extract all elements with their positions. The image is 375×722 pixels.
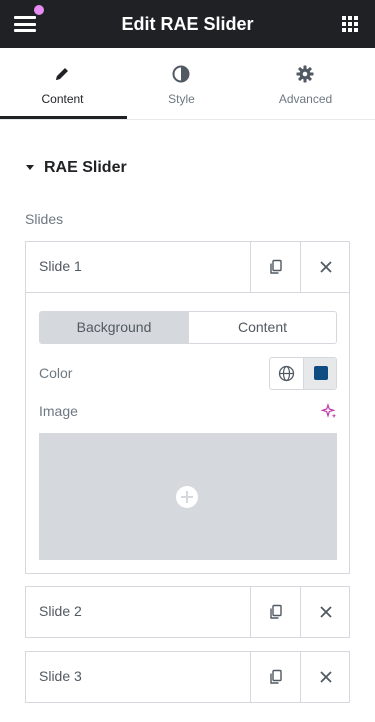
tab-label: Content <box>41 92 84 106</box>
switch-content[interactable]: Content <box>188 312 336 343</box>
globe-icon <box>278 365 295 382</box>
caret-down-icon <box>26 165 34 170</box>
gear-icon <box>295 64 315 84</box>
color-swatch <box>314 366 328 380</box>
repeater-item-slide-2: Slide 2 <box>25 586 350 638</box>
remove-button[interactable] <box>300 587 350 637</box>
copy-icon <box>270 259 282 274</box>
repeater-item-title[interactable]: Slide 2 <box>39 603 82 619</box>
switch-background[interactable]: Background <box>40 312 188 343</box>
tab-label: Advanced <box>278 92 333 106</box>
active-tab-indicator <box>0 116 127 119</box>
color-label: Color <box>39 365 73 381</box>
page-title: Edit RAE Slider <box>121 14 254 34</box>
repeater-item-slide-3: Slide 3 <box>25 651 350 703</box>
editor-header: Edit RAE Slider <box>0 0 375 48</box>
close-icon <box>320 261 332 273</box>
tab-label: Style <box>168 92 195 106</box>
color-control <box>269 357 337 390</box>
close-icon <box>320 606 332 618</box>
ai-sparkle-icon[interactable] <box>320 403 337 419</box>
tab-advanced[interactable]: Advanced <box>243 48 368 120</box>
slides-label: Slides <box>25 211 64 227</box>
copy-icon <box>270 669 282 684</box>
duplicate-button[interactable] <box>250 242 300 292</box>
duplicate-button[interactable] <box>250 652 300 702</box>
add-image-icon <box>176 486 198 508</box>
half-circle-icon <box>171 64 191 84</box>
copy-icon <box>270 604 282 619</box>
repeater-item-slide-1: Slide 1 <box>25 241 350 293</box>
tab-content[interactable]: Content <box>0 48 125 120</box>
repeater-item-title[interactable]: Slide 3 <box>39 668 82 684</box>
remove-button[interactable] <box>300 242 350 292</box>
duplicate-button[interactable] <box>250 587 300 637</box>
repeater-item-title[interactable]: Slide 1 <box>39 258 82 274</box>
panel-tabs: Content Style Advanced <box>0 48 375 120</box>
color-picker-button[interactable] <box>303 358 336 389</box>
global-colors-button[interactable] <box>270 358 303 389</box>
image-label: Image <box>39 403 78 419</box>
widgets-button[interactable] <box>342 16 359 33</box>
remove-button[interactable] <box>300 652 350 702</box>
image-upload-area[interactable] <box>39 433 337 560</box>
close-icon <box>320 671 332 683</box>
pencil-icon <box>52 64 72 84</box>
background-content-switcher: Background Content <box>39 311 337 344</box>
section-title: RAE Slider <box>44 159 127 176</box>
tab-style[interactable]: Style <box>119 48 244 120</box>
